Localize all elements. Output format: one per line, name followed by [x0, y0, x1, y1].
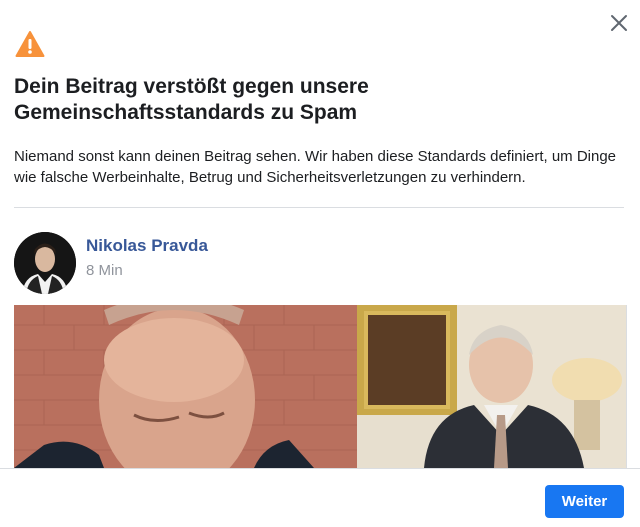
avatar-image: [14, 232, 76, 294]
footer-divider: [0, 468, 640, 469]
warning-icon: [15, 31, 45, 57]
post-author-link[interactable]: Nikolas Pravda: [86, 236, 208, 256]
post-image-border: [626, 305, 627, 468]
post-image: [14, 305, 626, 468]
divider: [14, 207, 624, 208]
close-button[interactable]: [604, 8, 634, 38]
avatar[interactable]: [14, 232, 76, 294]
post-timestamp: 8 Min: [86, 262, 123, 279]
dialog-title: Dein Beitrag verstößt gegen unsere Gemei…: [14, 75, 369, 124]
close-icon: [611, 15, 627, 31]
dialog-description: Niemand sonst kann deinen Beitrag sehen.…: [14, 148, 617, 186]
continue-button[interactable]: Weiter: [545, 485, 624, 518]
